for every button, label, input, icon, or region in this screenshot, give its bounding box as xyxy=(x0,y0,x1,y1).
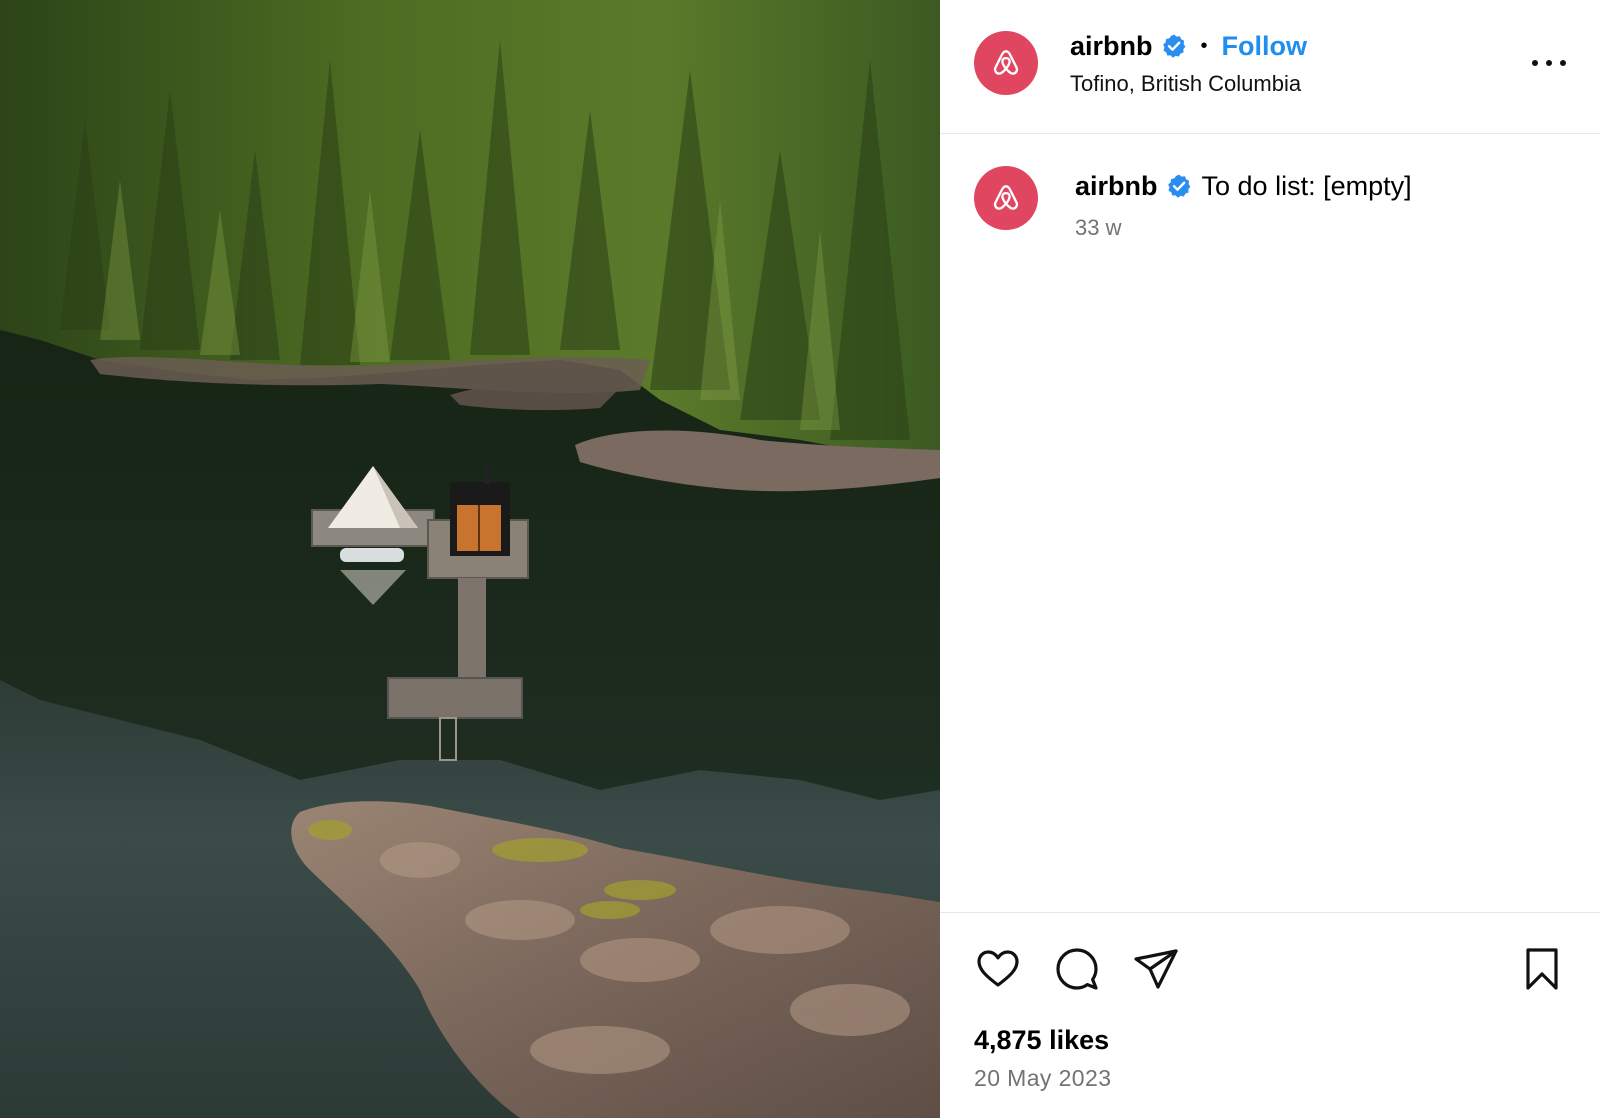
comment-icon xyxy=(1056,948,1098,990)
save-button[interactable] xyxy=(1518,945,1566,993)
caption-username[interactable]: airbnb xyxy=(1075,171,1158,202)
author-username[interactable]: airbnb xyxy=(1070,31,1153,62)
post-date[interactable]: 20 May 2023 xyxy=(974,1065,1111,1092)
caption-timestamp[interactable]: 33 w xyxy=(1075,215,1121,241)
follow-button[interactable]: Follow xyxy=(1222,31,1307,62)
post-photo[interactable] xyxy=(0,0,940,1118)
post-actions-footer: 4,875 likes 20 May 2023 xyxy=(940,912,1600,1118)
instagram-post: airbnb • Follow Tofino, British Columbia xyxy=(0,0,1600,1118)
comment-button[interactable] xyxy=(1053,945,1101,993)
verified-badge-icon xyxy=(1166,173,1192,199)
like-button[interactable] xyxy=(974,945,1022,993)
share-icon xyxy=(1134,949,1178,989)
photo-illustration xyxy=(0,0,940,1118)
likes-count[interactable]: 4,875 likes xyxy=(974,1025,1109,1056)
heart-icon xyxy=(977,950,1019,987)
airbnb-logo-icon xyxy=(993,185,1019,210)
bookmark-icon xyxy=(1526,948,1558,990)
caption-text: To do list: [empty] xyxy=(1201,170,1412,201)
share-button[interactable] xyxy=(1132,945,1180,993)
verified-badge-icon xyxy=(1161,33,1187,59)
post-header: airbnb • Follow Tofino, British Columbia xyxy=(940,0,1600,134)
post-location[interactable]: Tofino, British Columbia xyxy=(1070,71,1301,97)
airbnb-logo-icon xyxy=(993,50,1019,75)
caption-avatar[interactable] xyxy=(974,166,1038,230)
post-side-panel: airbnb • Follow Tofino, British Columbia xyxy=(940,0,1600,1118)
header-name-row: airbnb • Follow xyxy=(1070,28,1307,64)
avatar[interactable] xyxy=(974,31,1038,95)
separator-dot: • xyxy=(1200,35,1208,57)
more-options-icon[interactable] xyxy=(1532,48,1566,78)
caption-row: airbnb To do list: [empty] xyxy=(1075,168,1412,204)
